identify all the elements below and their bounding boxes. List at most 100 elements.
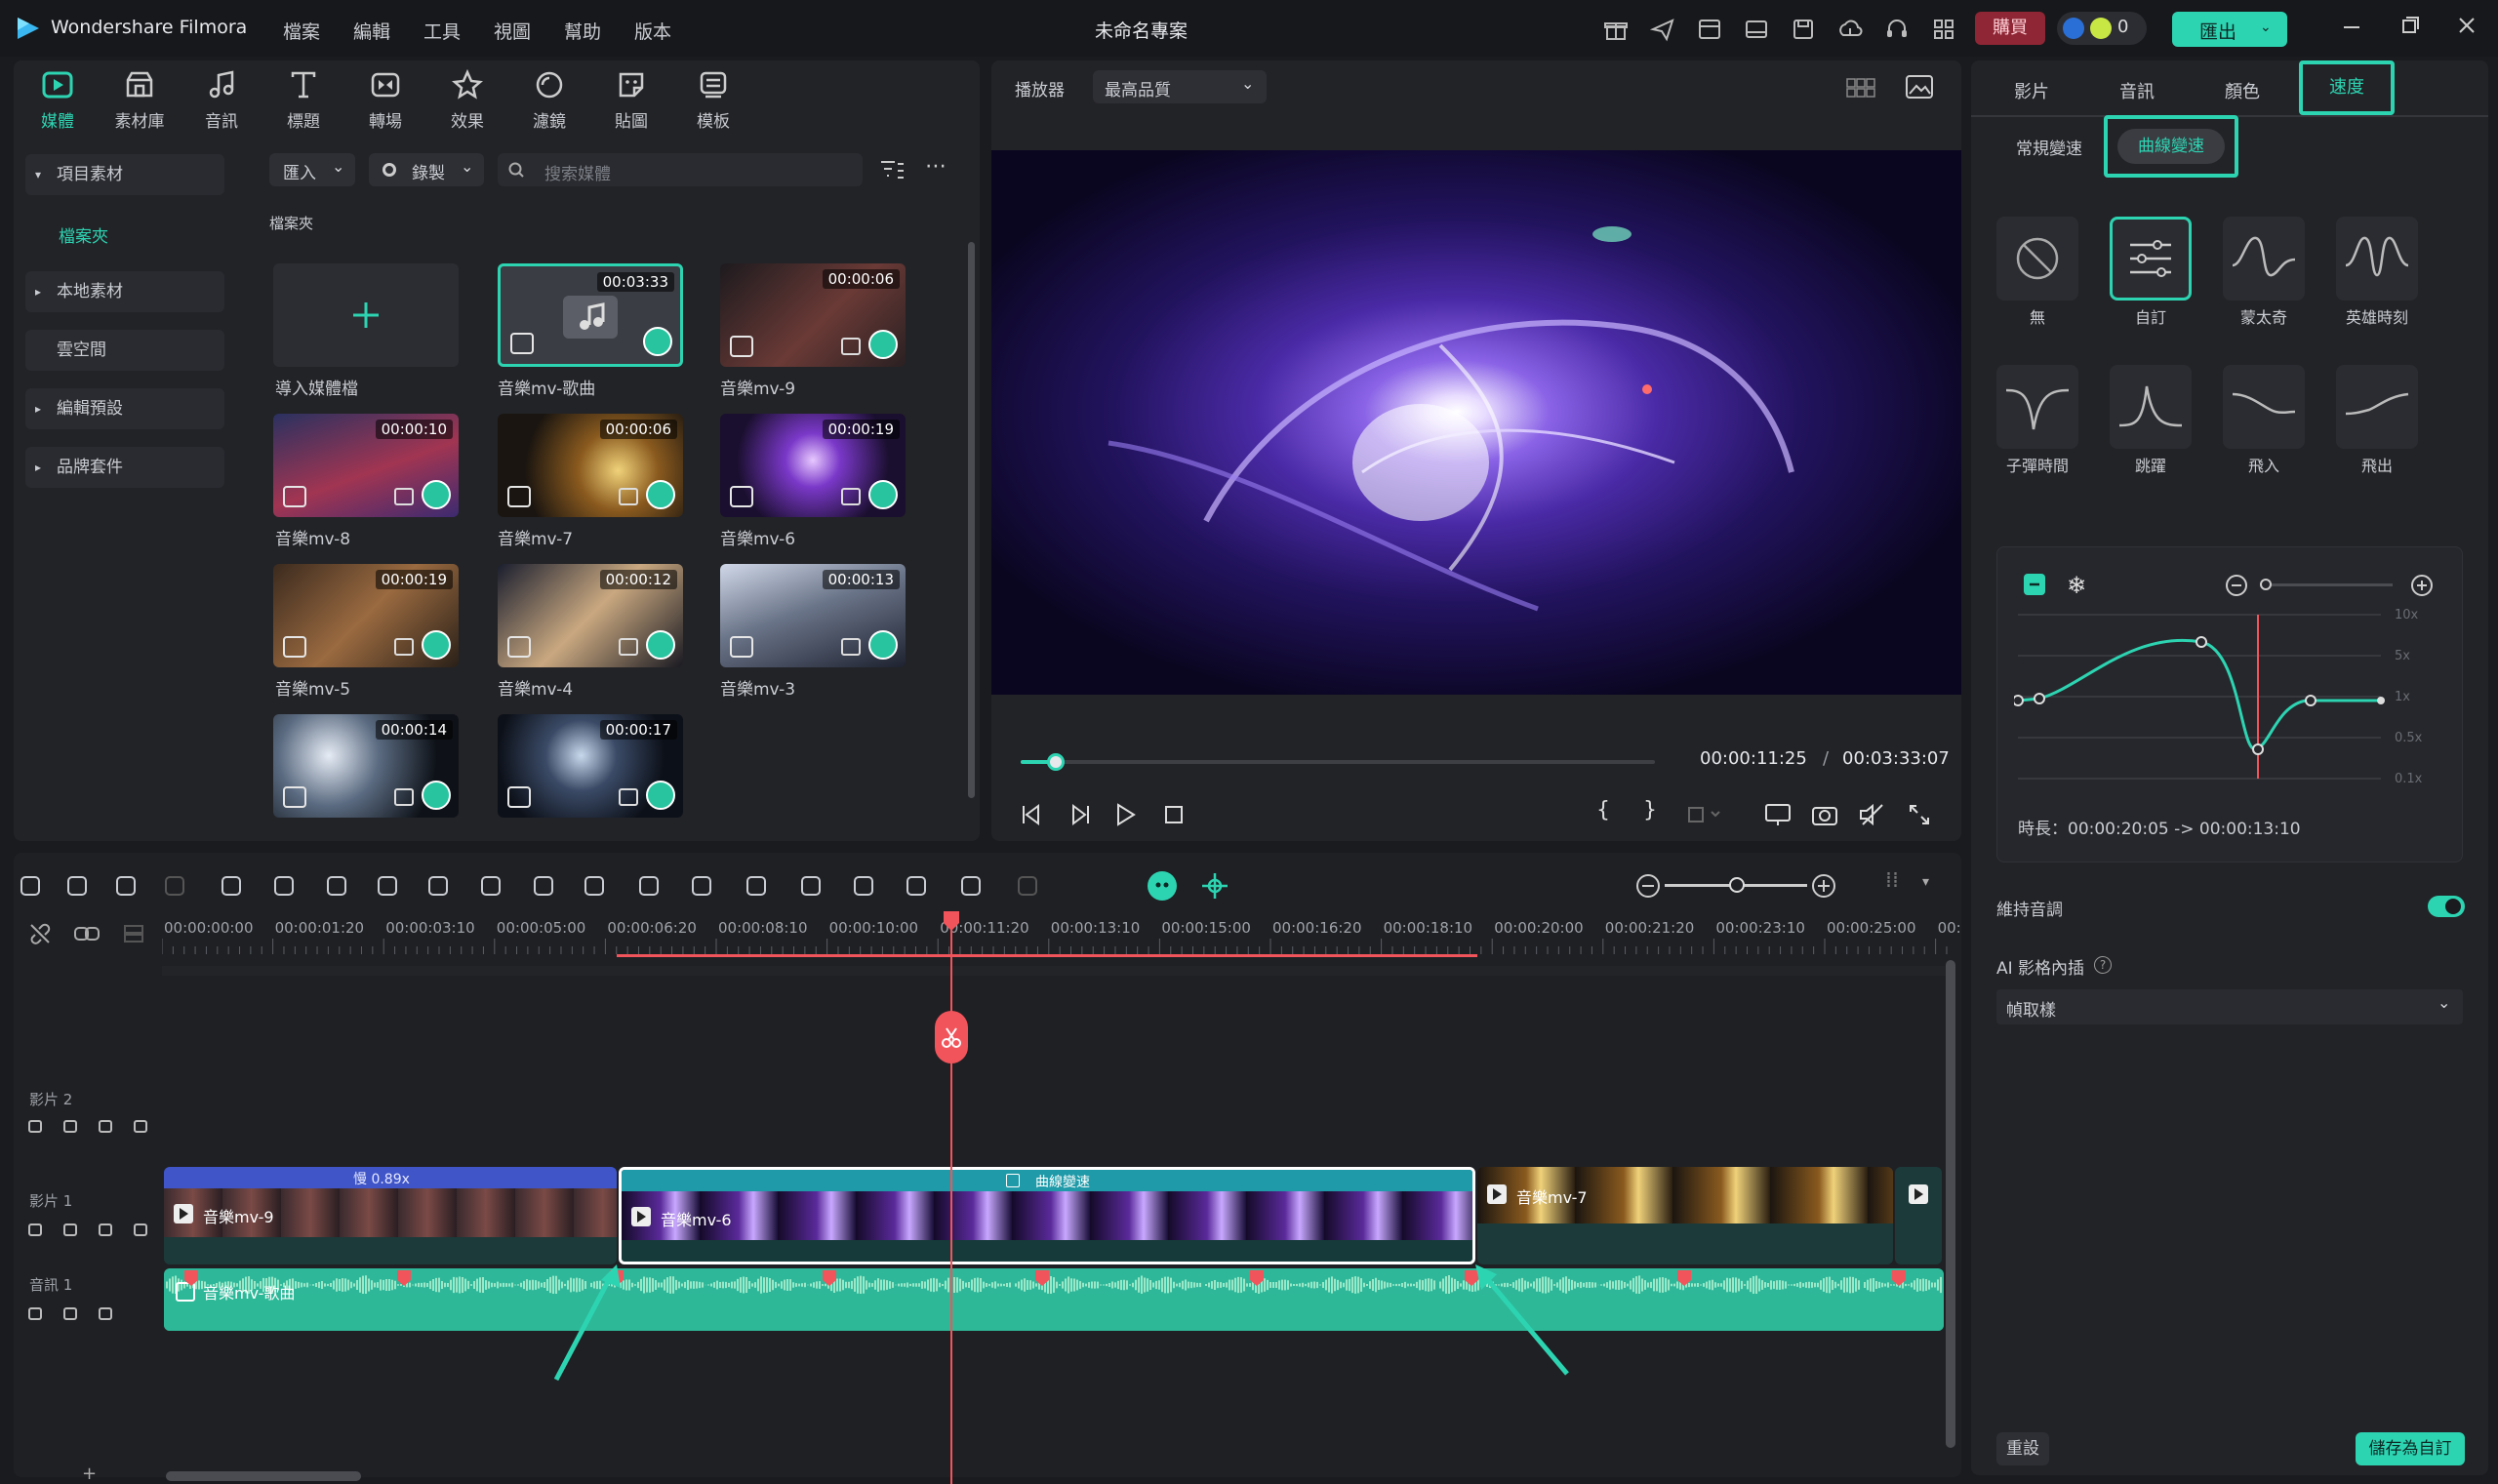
zoom-in-timeline-icon[interactable] — [1809, 871, 1838, 901]
magic-icon[interactable] — [96, 1304, 115, 1323]
translate-icon[interactable] — [956, 871, 986, 901]
sidebar-item-folder[interactable]: 檔案夾 — [59, 222, 108, 247]
link-off-icon[interactable] — [27, 921, 53, 946]
ai-portrait-icon[interactable] — [687, 871, 716, 901]
preset-hero-moment[interactable] — [2336, 217, 2418, 301]
export-button[interactable]: 匯出 ⌄ — [2172, 12, 2287, 47]
curve-zoom-slider[interactable] — [2260, 579, 2393, 590]
media-scrollbar[interactable] — [968, 242, 975, 798]
media-item-5[interactable]: 00:00:19 — [273, 564, 459, 667]
import-dropdown[interactable]: 匯入 ⌄ — [269, 153, 355, 186]
display-icon[interactable] — [1764, 802, 1792, 827]
save-custom-button[interactable]: 儲存為自訂 — [2356, 1432, 2465, 1465]
track-layout-icon[interactable] — [121, 921, 146, 946]
sidebar-item-edit-presets[interactable]: 編輯預設 ▸ — [25, 388, 224, 429]
select-cursor-icon[interactable] — [62, 871, 92, 901]
shape-icon[interactable] — [476, 871, 505, 901]
split-icon[interactable] — [269, 871, 299, 901]
menu-tools[interactable]: 工具 — [423, 18, 461, 44]
record-dropdown[interactable]: 錄製 ⌄ — [369, 153, 484, 186]
playhead-line[interactable] — [950, 913, 952, 1484]
restore-icon[interactable] — [2398, 14, 2422, 37]
tab-stock[interactable]: 素材庫 — [103, 68, 176, 133]
speed-curve-graph[interactable] — [2014, 607, 2385, 792]
volume-icon[interactable] — [60, 1220, 80, 1239]
progress-track[interactable] — [1021, 753, 1655, 771]
speed-icon[interactable] — [580, 871, 609, 901]
volume-icon[interactable] — [60, 1304, 80, 1323]
freeze-icon[interactable]: ❄ — [2067, 572, 2086, 599]
media-item-6[interactable]: 00:00:12 — [498, 564, 683, 667]
tab-media[interactable]: 媒體 — [21, 68, 94, 133]
media-item-7[interactable]: 00:00:13 — [720, 564, 906, 667]
play-icon[interactable] — [1112, 802, 1138, 827]
search-input[interactable]: 搜索媒體 — [498, 153, 863, 186]
undo-icon[interactable] — [111, 871, 141, 901]
menu-file[interactable]: 檔案 — [283, 18, 320, 44]
ai-edit-icon[interactable] — [742, 871, 771, 901]
tab-stickers[interactable]: 貼圖 — [595, 68, 667, 133]
send-icon[interactable] — [1649, 16, 1676, 43]
link-clip-icon[interactable] — [902, 871, 931, 901]
subtab-normal-speed[interactable]: 常規變速 — [2016, 135, 2082, 159]
tab-transitions[interactable]: 轉場 — [349, 68, 422, 133]
subtab-curve-speed[interactable]: 曲線變速 — [2104, 115, 2238, 178]
volume-icon[interactable] — [60, 1116, 80, 1136]
audio-edit-icon[interactable] — [373, 871, 402, 901]
zoom-out-timeline-icon[interactable] — [1633, 871, 1663, 901]
zoom-out-icon[interactable] — [2225, 574, 2248, 597]
tab-filters[interactable]: 濾鏡 — [513, 68, 585, 133]
beat-marker[interactable] — [1677, 1270, 1691, 1286]
preset-fly-in[interactable] — [2223, 365, 2305, 449]
tab-audio[interactable]: 音訊 — [185, 68, 258, 133]
minimize-icon[interactable] — [2340, 14, 2363, 37]
timeline-vertical-scrollbar[interactable] — [1946, 960, 1955, 1448]
media-item-9[interactable]: 00:00:17 — [498, 714, 683, 818]
sidebar-item-cloud[interactable]: 雲空間 — [25, 330, 224, 371]
preset-montage[interactable] — [2223, 217, 2305, 301]
media-item-1[interactable]: 00:00:06 — [720, 263, 906, 367]
layout-grid-icon[interactable]: ⁞⁞ — [1885, 868, 1899, 893]
menu-help[interactable]: 幫助 — [564, 18, 601, 44]
playhead-handle[interactable] — [943, 911, 960, 931]
mark-out-icon[interactable]: } — [1643, 798, 1657, 822]
fullscreen-icon[interactable] — [1907, 802, 1932, 827]
tab-templates[interactable]: 模板 — [677, 68, 749, 133]
media-item-2[interactable]: 00:00:10 — [273, 414, 459, 517]
tab-audio[interactable]: 音訊 — [2119, 78, 2155, 103]
lock-icon[interactable] — [25, 1304, 45, 1323]
timer-icon[interactable] — [796, 871, 826, 901]
timeline-zoom-slider[interactable] — [1665, 877, 1807, 893]
image-snapshot-icon[interactable] — [1905, 74, 1934, 100]
redo-icon[interactable] — [160, 871, 189, 901]
media-item-4[interactable]: 00:00:19 — [720, 414, 906, 517]
beat-marker[interactable] — [823, 1270, 836, 1286]
clip-next[interactable] — [1895, 1167, 1942, 1264]
preset-fly-out[interactable] — [2336, 365, 2418, 449]
quality-dropdown[interactable]: 最高品質 ⌄ — [1093, 70, 1267, 103]
preset-none[interactable] — [1996, 217, 2078, 301]
link-icon[interactable] — [72, 921, 101, 946]
crop-icon[interactable] — [322, 871, 351, 901]
split-scissors-icon[interactable] — [935, 1011, 968, 1063]
help-icon[interactable]: ? — [2094, 956, 2112, 974]
lock-icon[interactable] — [25, 1220, 45, 1239]
timeline-zoom-handle[interactable] — [1729, 877, 1745, 893]
media-item-8[interactable]: 00:00:14 — [273, 714, 459, 818]
tab-video[interactable]: 影片 — [2014, 78, 2049, 103]
save-icon[interactable] — [1790, 16, 1817, 43]
preset-bullet-time[interactable] — [1996, 365, 2078, 449]
cloud-upload-icon[interactable] — [1836, 16, 1864, 43]
magic-icon[interactable] — [131, 1116, 150, 1136]
sidebar-item-local-media[interactable]: 本地素材 ▸ — [25, 271, 224, 312]
color-icon[interactable] — [634, 871, 664, 901]
sidebar-item-brand-kit[interactable]: 品牌套件 ▸ — [25, 447, 224, 488]
text-icon[interactable] — [423, 871, 453, 901]
magic-icon[interactable] — [131, 1220, 150, 1239]
lock-icon[interactable] — [25, 1116, 45, 1136]
step-back-icon[interactable] — [1019, 802, 1044, 827]
import-media-tile[interactable] — [273, 263, 459, 367]
keyframe-icon[interactable] — [849, 871, 878, 901]
delete-icon[interactable] — [217, 871, 246, 901]
curve-zoom-handle[interactable] — [2260, 579, 2272, 590]
